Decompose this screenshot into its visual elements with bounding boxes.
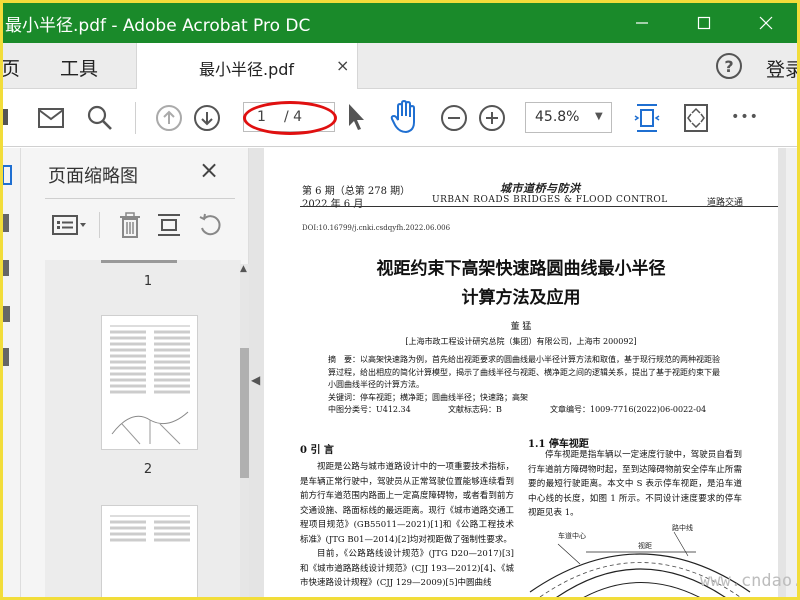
fit-page-button[interactable] bbox=[631, 100, 663, 136]
thumbnail-preview bbox=[110, 325, 190, 445]
extract-pages-icon bbox=[158, 214, 180, 236]
thumbnail-preview bbox=[110, 515, 190, 542]
rotate-icon bbox=[199, 213, 221, 236]
thumbnail-top-edge bbox=[101, 260, 177, 263]
hand-tool-button[interactable] bbox=[388, 99, 420, 135]
arrow-up-circle-icon bbox=[156, 105, 182, 131]
close-icon bbox=[759, 16, 773, 30]
article-number: 文章编号：1009-7716(2022)06-0022-04 bbox=[550, 405, 707, 414]
full-screen-button[interactable] bbox=[680, 102, 712, 134]
minimize-icon bbox=[636, 22, 648, 24]
chevron-down-icon: ▼ bbox=[595, 111, 603, 122]
clc-number: 中图分类号：U412.34 bbox=[328, 405, 411, 414]
zoom-value: 45.8% bbox=[535, 109, 580, 125]
rotate-page-button[interactable] bbox=[195, 210, 225, 240]
tools-menu[interactable]: 工具 bbox=[60, 54, 98, 81]
document-tab-label: 最小半径.pdf bbox=[199, 60, 295, 79]
article-title-line1: 视距约束下高架快速路圆曲线最小半径 bbox=[376, 259, 666, 279]
intro-paragraph-2: 目前，《公路路线设计规范》(JTG D20—2017)[3]和《城市道路路线设计… bbox=[300, 549, 514, 588]
maximize-button[interactable] bbox=[673, 3, 735, 43]
menu-bar: 页 工具 最小半径.pdf × ? 登录 bbox=[3, 43, 797, 89]
app-window: 最小半径.pdf - Adobe Acrobat Pro DC 页 工具 最小半… bbox=[0, 0, 800, 600]
delete-page-button[interactable] bbox=[117, 210, 143, 240]
toolbar-divider bbox=[135, 102, 136, 134]
options-list-icon bbox=[52, 215, 86, 235]
journal-name-cn: 城市道桥与防洪 bbox=[500, 182, 581, 195]
zoom-in-button[interactable] bbox=[477, 103, 507, 133]
pdf-page: 第 6 期（总第 278 期） 2022 年 6 月 城市道桥与防洪 URBAN… bbox=[264, 148, 778, 597]
zoom-out-button[interactable] bbox=[439, 103, 469, 133]
right-column: 停车视距是指车辆以一定速度行驶中，驾驶员自看到行车道前方障碍物时起，至到达障碍物… bbox=[528, 448, 742, 521]
trash-icon bbox=[120, 212, 140, 238]
doi: DOI:10.16799/j.cnki.csdqyfh.2022.06.006 bbox=[302, 224, 451, 232]
issue-date: 2022 年 6 月 bbox=[302, 199, 364, 210]
extract-page-button[interactable] bbox=[155, 210, 183, 240]
stopping-sight-paragraph: 停车视距是指车辆以一定速度行驶中，驾驶员自看到行车道前方障碍物时起，至到达障碍物… bbox=[528, 450, 742, 518]
article-title-line2: 计算方法及应用 bbox=[461, 288, 581, 308]
close-window-button[interactable] bbox=[735, 3, 797, 43]
document-tab[interactable]: 最小半径.pdf × bbox=[136, 43, 358, 89]
thumbnail-scrollbar-thumb[interactable] bbox=[240, 348, 249, 478]
panel-divider bbox=[45, 198, 235, 199]
chevron-up-icon[interactable]: ▲ bbox=[240, 264, 247, 274]
panel-divider-vertical bbox=[99, 212, 100, 238]
collapse-panel-arrow-icon[interactable]: ◀ bbox=[251, 373, 263, 393]
zoom-level-dropdown[interactable]: 45.8% ▼ bbox=[525, 102, 612, 133]
panel-toolbar bbox=[45, 206, 235, 242]
save-button[interactable] bbox=[3, 103, 13, 131]
arrow-down-circle-icon bbox=[194, 105, 220, 131]
author: 董 猛 bbox=[510, 322, 532, 332]
email-button[interactable] bbox=[36, 104, 66, 132]
figure-label-road-center: 路中线 bbox=[672, 523, 693, 532]
mail-icon bbox=[38, 108, 64, 128]
more-tools-button[interactable]: ••• bbox=[729, 106, 761, 128]
section-heading-intro: 0 引 言 bbox=[300, 445, 334, 456]
watermark: www.cndao.com bbox=[700, 571, 797, 591]
document-code: 文献标志码：B bbox=[448, 405, 502, 414]
panel-close-button[interactable]: × bbox=[199, 156, 219, 184]
left-column: 视距是公路与城市道路设计中的一项重要技术指标，是车辆正常行驶中，驾驶员从正常驾驶… bbox=[300, 460, 514, 591]
navigation-icons bbox=[3, 165, 12, 366]
thumbnail-label: 1 bbox=[143, 274, 153, 289]
select-tool-button[interactable] bbox=[343, 101, 369, 133]
intro-paragraph-1: 视距是公路与城市道路设计中的一项重要技术指标，是车辆正常行驶中，驾驶员从正常驾驶… bbox=[300, 462, 514, 545]
panel-title: 页面缩略图 bbox=[48, 166, 138, 187]
next-page-button[interactable] bbox=[192, 103, 222, 133]
search-button[interactable] bbox=[85, 103, 115, 133]
window-title: 最小半径.pdf - Adobe Acrobat Pro DC bbox=[5, 15, 311, 36]
full-screen-icon bbox=[684, 104, 708, 132]
thumbnail-options-button[interactable] bbox=[51, 212, 89, 238]
search-icon bbox=[87, 105, 112, 130]
thumbnails-panel: 页面缩略图 × 1 2 ▲ bbox=[21, 148, 249, 597]
document-scrollbar[interactable] bbox=[786, 148, 797, 597]
save-icon bbox=[3, 109, 8, 125]
journal-name-en: URBAN ROADS BRIDGES & FLOOD CONTROL bbox=[432, 195, 668, 205]
figure-label-sight: 视距 bbox=[638, 541, 652, 550]
tab-close-button[interactable]: × bbox=[336, 56, 349, 75]
previous-page-button[interactable] bbox=[154, 103, 184, 133]
thumbnail-page-2[interactable] bbox=[101, 315, 198, 450]
left-navigation-strip bbox=[3, 148, 21, 597]
figure-label-lane-center: 车道中心 bbox=[558, 531, 586, 540]
highlight-annotation bbox=[243, 101, 337, 135]
abstract: 摘 要：以高架快速路为例，首先给出视距要求的圆曲线最小半径计算方法和取值，基于现… bbox=[328, 355, 720, 389]
affiliation: [上海市政工程设计研究总院（集团）有限公司，上海市 200092] bbox=[405, 337, 637, 346]
maximize-icon bbox=[697, 16, 711, 30]
fit-page-icon bbox=[634, 104, 660, 132]
home-menu[interactable]: 页 bbox=[3, 54, 20, 81]
header-rule bbox=[300, 206, 778, 207]
login-link[interactable]: 登录 bbox=[766, 55, 797, 82]
toolbar: 1 / 4 45.8% ▼ ••• bbox=[3, 90, 797, 147]
minimize-button[interactable] bbox=[611, 3, 673, 43]
help-button[interactable]: ? bbox=[716, 53, 742, 79]
hand-icon bbox=[390, 100, 415, 134]
title-bar: 最小半径.pdf - Adobe Acrobat Pro DC bbox=[3, 3, 797, 43]
pointer-arrow-icon bbox=[349, 104, 364, 130]
minus-circle-icon bbox=[441, 105, 467, 131]
thumbnail-list: 1 2 bbox=[45, 260, 241, 597]
thumbnail-label: 2 bbox=[143, 462, 153, 477]
plus-circle-icon bbox=[479, 105, 505, 131]
keywords: 关键词：停车视距；横净距；圆曲线半径；快速路；高架 bbox=[328, 393, 528, 402]
thumbnail-page-3[interactable] bbox=[101, 505, 198, 597]
